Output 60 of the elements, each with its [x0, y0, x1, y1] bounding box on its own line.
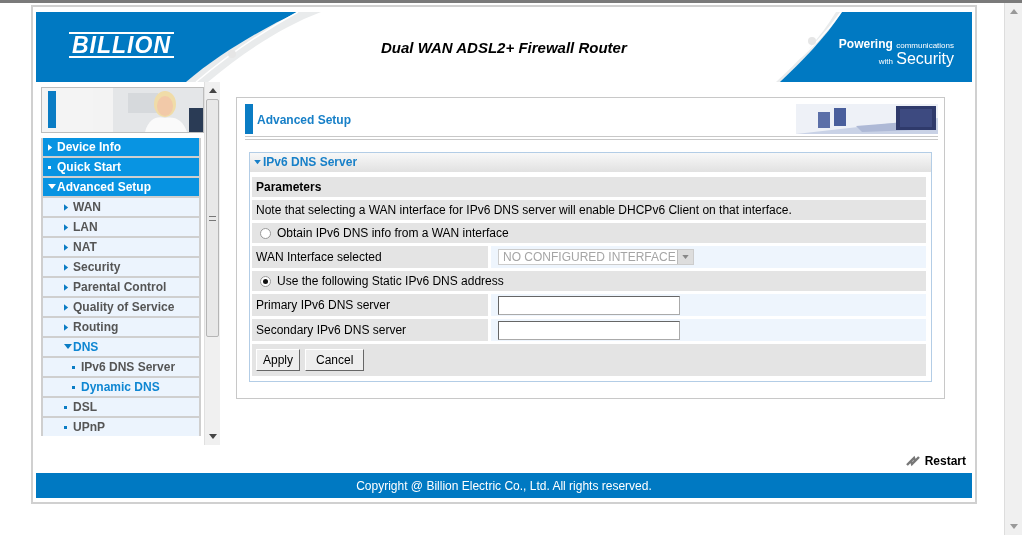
page-title: Advanced Setup	[257, 113, 352, 127]
caret-down-icon	[64, 344, 72, 350]
section-header[interactable]: IPv6 DNS Server	[250, 153, 931, 172]
menu-item[interactable]: UPnP	[43, 418, 199, 436]
menu-item[interactable]: LAN	[43, 218, 199, 236]
field-label: Secondary IPv6 DNS server	[252, 319, 488, 341]
slogan-text: Security	[896, 50, 954, 67]
menu-item[interactable]: IPv6 DNS Server	[43, 358, 199, 376]
copyright-text: Copyright @ Billion Electric Co., Ltd. All rights reserved.	[356, 478, 652, 493]
scrollbar[interactable]	[204, 82, 220, 445]
apply-button[interactable]: Apply	[256, 349, 301, 371]
scroll-down-icon[interactable]	[208, 434, 217, 439]
radio-label: Use the following Static IPv6 DNS address	[277, 274, 504, 288]
caret-right-icon	[64, 243, 69, 251]
menu-item[interactable]: Security	[43, 258, 199, 276]
caret-right-icon	[48, 143, 53, 151]
bullet-icon	[72, 385, 75, 389]
input-field[interactable]	[498, 295, 680, 315]
caret-right-icon	[64, 283, 69, 291]
bullet-icon	[72, 365, 75, 369]
radio-button[interactable]	[260, 227, 271, 239]
menu-item[interactable]: Dynamic DNS	[43, 378, 199, 396]
input-field[interactable]	[498, 320, 680, 340]
slogan-text: communications	[896, 41, 954, 50]
cancel-button[interactable]: Cancel	[305, 349, 365, 371]
restart-icon	[904, 453, 921, 469]
caret-down-icon	[682, 255, 689, 259]
section-title: IPv6 DNS Server	[263, 154, 358, 171]
bullet-icon	[64, 405, 67, 409]
logo: BILLION	[69, 32, 174, 58]
caret-right-icon	[64, 203, 69, 211]
caret-right-icon	[64, 263, 69, 271]
menu-item[interactable]: Routing	[43, 318, 199, 336]
menu-item[interactable]: Parental Control	[43, 278, 199, 296]
scroll-up-icon[interactable]	[208, 88, 217, 93]
caret-right-icon	[64, 303, 69, 311]
restart-link[interactable]: Restart	[904, 453, 966, 469]
slogan-text: with	[878, 57, 893, 66]
menu-item[interactable]: WAN	[43, 198, 199, 216]
accent-bar	[48, 91, 56, 128]
menu-item[interactable]: NAT	[43, 238, 199, 256]
field-label: WAN Interface selected	[252, 246, 488, 268]
bullet-icon	[64, 425, 67, 429]
menu-item[interactable]: DNS	[43, 338, 199, 356]
radio-button[interactable]	[260, 275, 271, 287]
slogan-text: Powering	[838, 37, 893, 51]
caret-down-icon	[254, 160, 261, 165]
scroll-thumb[interactable]	[206, 99, 220, 337]
note-text: Note that selecting a WAN interface for IPv6 DNS server will enable DHCPv6 Client on that interface.	[252, 200, 926, 220]
field-label: Primary IPv6 DNS server	[252, 294, 488, 316]
radio-label: Obtain IPv6 DNS info from a WAN interface	[277, 226, 509, 240]
table-heading: Parameters	[252, 177, 926, 197]
accent-bar	[245, 104, 253, 134]
menu-item[interactable]: Quality of Service	[43, 298, 199, 316]
menu-item[interactable]: DSL	[43, 398, 199, 416]
product-title: Dual WAN ADSL2+ Firewall Router	[381, 39, 627, 56]
caret-right-icon	[64, 223, 69, 231]
caret-right-icon	[64, 323, 69, 331]
caret-down-icon	[48, 184, 56, 190]
bullet-icon	[48, 165, 51, 169]
